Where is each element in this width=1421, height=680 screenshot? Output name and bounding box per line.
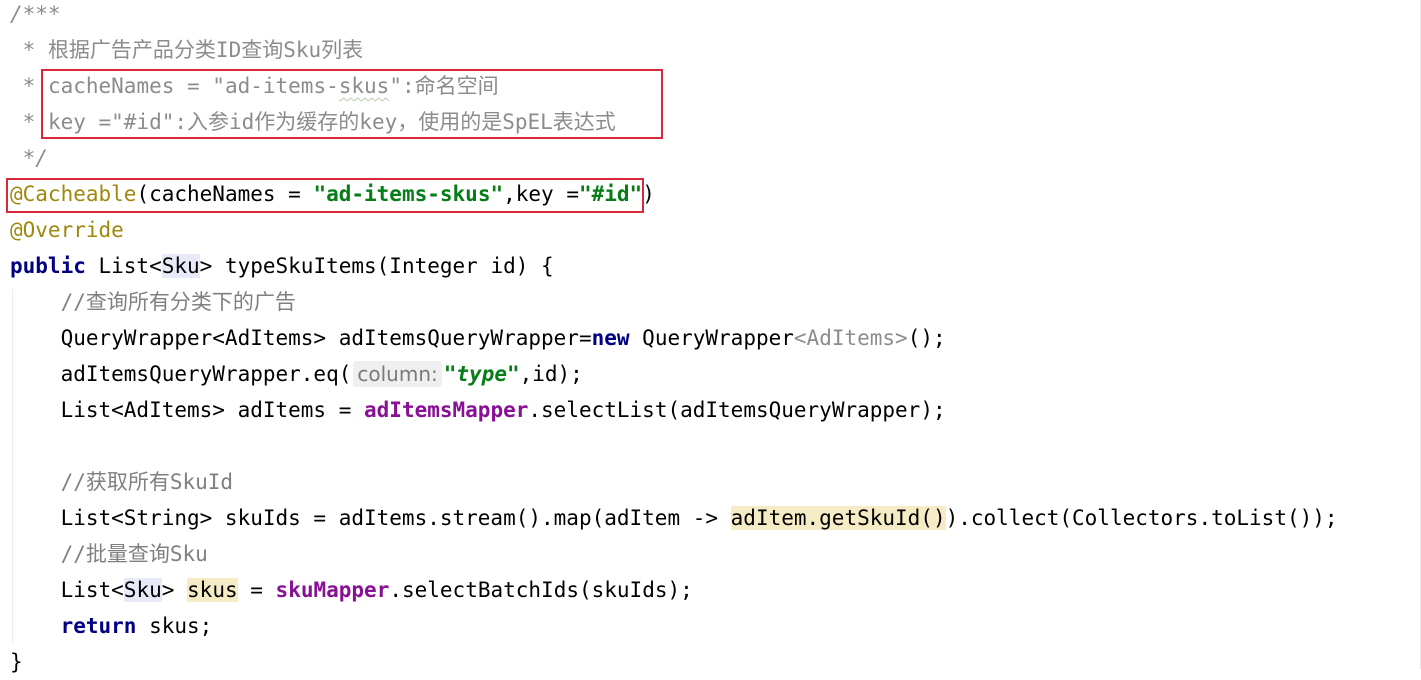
code-text: skus; bbox=[136, 614, 213, 638]
type-reference: Sku bbox=[161, 254, 200, 278]
code-line-1: /*** bbox=[10, 0, 61, 32]
code-line-2: * 根据广告产品分类ID查询Sku列表 bbox=[10, 32, 364, 68]
code-text: .selectBatchIds(skuIds); bbox=[389, 578, 693, 602]
keyword: new bbox=[591, 326, 630, 350]
code-line-15: List<String> skuIds = adItems.stream().m… bbox=[10, 500, 1338, 536]
line-comment: //查询所有分类下的广告 bbox=[10, 290, 296, 314]
keyword: return bbox=[60, 614, 137, 638]
code-text: List<AdItems> adItems = bbox=[10, 398, 365, 422]
code-text: List< bbox=[85, 254, 162, 278]
code-text: = bbox=[237, 578, 276, 602]
override-annotation: @Override bbox=[10, 218, 124, 242]
field-reference: adItemsMapper bbox=[364, 398, 529, 422]
doc-star: * bbox=[10, 110, 48, 134]
doc-cache-names-c: ":命名空间 bbox=[389, 74, 499, 98]
cacheable-annotation: @Cacheable bbox=[10, 182, 137, 206]
line-comment: //批量查询Sku bbox=[10, 542, 208, 566]
doc-star: * bbox=[10, 38, 48, 62]
code-line-19: } bbox=[10, 644, 23, 680]
line-comment: //获取所有SkuId bbox=[10, 470, 234, 494]
code-editor[interactable]: /*** * 根据广告产品分类ID查询Sku列表 * cacheNames = … bbox=[0, 0, 1421, 674]
string-literal: "ad-items-skus" bbox=[313, 182, 504, 206]
string-literal: "type" bbox=[443, 362, 520, 386]
code-text: QueryWrapper<AdItems> adItemsQueryWrappe… bbox=[10, 326, 592, 350]
doc-cache-names-a: cacheNames = "ad-items- bbox=[47, 74, 339, 98]
code-line-12: List<AdItems> adItems = adItemsMapper.se… bbox=[10, 392, 946, 428]
code-text: ,key = bbox=[503, 182, 579, 206]
code-text: QueryWrapper bbox=[629, 326, 794, 350]
code-line-4: * key ="#id":入参id作为缓存的key，使用的是SpEL表达式 bbox=[10, 104, 616, 140]
field-reference: skuMapper bbox=[275, 578, 390, 602]
code-line-7: @Override bbox=[10, 212, 124, 248]
code-text: > bbox=[161, 578, 188, 602]
code-text: ).collect(Collectors.toList()); bbox=[945, 506, 1338, 530]
code-text: .selectList(adItemsQueryWrapper); bbox=[528, 398, 946, 422]
doc-star: * bbox=[10, 74, 48, 98]
code-line-11: adItemsQueryWrapper.eq(column: "type",id)… bbox=[10, 356, 583, 392]
code-text: ,id); bbox=[519, 362, 583, 386]
code-line-16: //批量查询Sku bbox=[10, 536, 208, 572]
string-literal: "#id" bbox=[578, 182, 643, 206]
keyword: public bbox=[10, 254, 86, 278]
code-line-17: List<Sku> skus = skuMapper.selectBatchId… bbox=[10, 572, 693, 608]
code-text: adItemsQueryWrapper.eq( bbox=[10, 362, 352, 386]
parameter-hint: column: bbox=[353, 361, 442, 387]
code-text: List< bbox=[10, 578, 124, 602]
doc-description: 根据广告产品分类ID查询Sku列表 bbox=[47, 38, 364, 62]
code-text: (); bbox=[907, 326, 946, 350]
code-line-18: return skus; bbox=[10, 608, 213, 644]
code-line-9: //查询所有分类下的广告 bbox=[10, 284, 296, 320]
code-line-6: @Cacheable(cacheNames = "ad-items-skus",… bbox=[10, 176, 655, 212]
doc-comment-close: */ bbox=[10, 146, 48, 170]
code-line-10: QueryWrapper<AdItems> adItemsQueryWrappe… bbox=[10, 320, 946, 356]
redundant-generic: <AdItems> bbox=[793, 326, 908, 350]
doc-comment-open: /*** bbox=[10, 2, 61, 26]
code-text: List<String> skuIds = adItems.stream().m… bbox=[10, 506, 731, 530]
type-reference: Sku bbox=[123, 578, 162, 602]
code-line-14: //获取所有SkuId bbox=[10, 464, 234, 500]
method-signature: > typeSkuItems(Integer id) { bbox=[199, 254, 554, 278]
code-text: (cacheNames = bbox=[136, 182, 314, 206]
variable-highlight: skus bbox=[187, 578, 238, 602]
lambda-body-highlight: adItem.getSkuId() bbox=[730, 506, 946, 530]
code-line-3: * cacheNames = "ad-items-skus":命名空间 bbox=[10, 68, 499, 104]
code-text: ) bbox=[642, 182, 655, 206]
doc-key-description: key ="#id":入参id作为缓存的key，使用的是SpEL表达式 bbox=[47, 110, 616, 134]
closing-brace: } bbox=[10, 650, 23, 674]
doc-cache-names-typo: skus bbox=[338, 74, 390, 98]
code-line-8: public List<Sku> typeSkuItems(Integer id… bbox=[10, 248, 554, 284]
code-line-5: */ bbox=[10, 140, 48, 176]
